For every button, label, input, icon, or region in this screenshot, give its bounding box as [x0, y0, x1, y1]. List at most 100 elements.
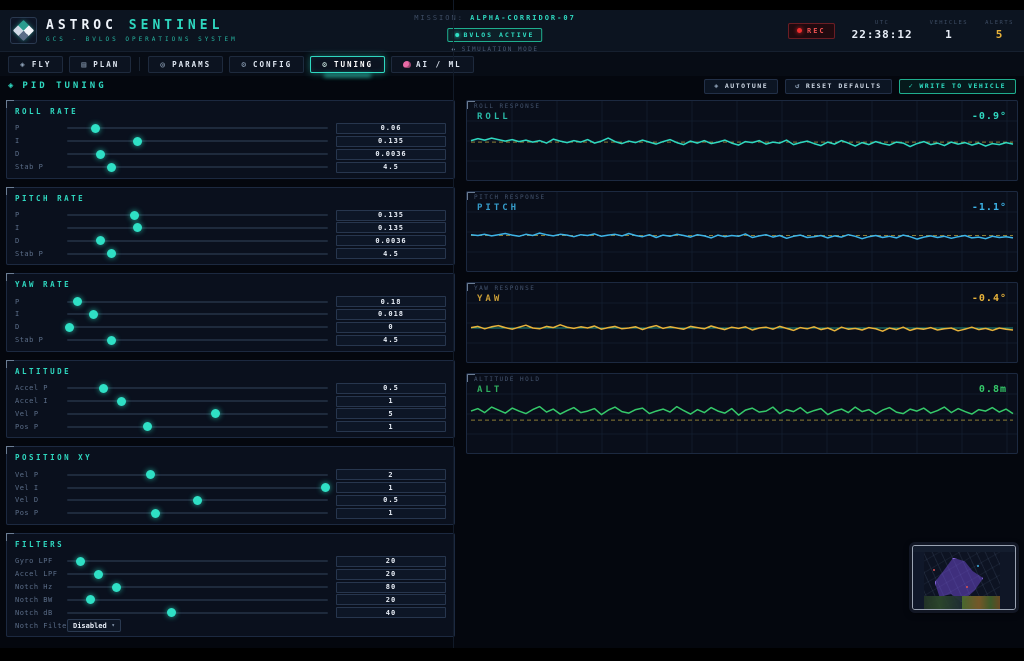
slider-track[interactable]: [67, 153, 328, 155]
param-value-field[interactable]: 0: [336, 322, 446, 333]
param-value-field[interactable]: 4.5: [336, 162, 446, 173]
slider-thumb[interactable]: [96, 236, 105, 245]
slider-track[interactable]: [67, 586, 328, 588]
param-value-field[interactable]: 0.18: [336, 296, 446, 307]
slider-thumb[interactable]: [73, 297, 82, 306]
param-value-field[interactable]: 5: [336, 408, 446, 419]
slider-track[interactable]: [67, 227, 328, 229]
param-value-field[interactable]: 1: [336, 421, 446, 432]
slider-track[interactable]: [67, 512, 328, 514]
slider-thumb[interactable]: [99, 384, 108, 393]
slider-track[interactable]: [67, 127, 328, 129]
slider-thumb[interactable]: [76, 557, 85, 566]
reset-defaults-button[interactable]: ↺ RESET DEFAULTS: [785, 79, 892, 94]
param-slider[interactable]: [67, 297, 328, 306]
param-value-field[interactable]: 0.0036: [336, 149, 446, 160]
param-value-field[interactable]: 4.5: [336, 248, 446, 259]
param-slider[interactable]: [67, 483, 328, 492]
slider-thumb[interactable]: [96, 150, 105, 159]
slider-thumb[interactable]: [107, 336, 116, 345]
minimap-thumbnail[interactable]: [912, 545, 1016, 610]
slider-track[interactable]: [67, 240, 328, 242]
rec-badge[interactable]: REC: [788, 23, 835, 39]
slider-track[interactable]: [67, 560, 328, 562]
slider-track[interactable]: [67, 400, 328, 402]
slider-thumb[interactable]: [133, 223, 142, 232]
slider-track[interactable]: [67, 214, 328, 216]
param-value-field[interactable]: 0.018: [336, 309, 446, 320]
slider-track[interactable]: [67, 487, 328, 489]
param-value-field[interactable]: 20: [336, 556, 446, 567]
slider-thumb[interactable]: [112, 583, 121, 592]
param-value-field[interactable]: 0.135: [336, 210, 446, 221]
slider-thumb[interactable]: [167, 608, 176, 617]
slider-thumb[interactable]: [193, 496, 202, 505]
param-slider[interactable]: [67, 409, 328, 418]
slider-track[interactable]: [67, 413, 328, 415]
slider-thumb[interactable]: [89, 310, 98, 319]
nav-tab-params[interactable]: ◎PARAMS: [148, 56, 223, 73]
nav-tab-aiml[interactable]: AI / ML: [391, 56, 474, 73]
param-slider[interactable]: [67, 583, 328, 592]
param-slider[interactable]: [67, 608, 328, 617]
slider-thumb[interactable]: [146, 470, 155, 479]
slider-thumb[interactable]: [107, 163, 116, 172]
param-slider[interactable]: [67, 124, 328, 133]
param-value-field[interactable]: 0.06: [336, 123, 446, 134]
slider-thumb[interactable]: [321, 483, 330, 492]
param-slider[interactable]: [67, 150, 328, 159]
slider-thumb[interactable]: [91, 124, 100, 133]
slider-track[interactable]: [67, 599, 328, 601]
slider-thumb[interactable]: [130, 211, 139, 220]
nav-tab-fly[interactable]: ◈FLY: [8, 56, 63, 73]
param-value-field[interactable]: 1: [336, 482, 446, 493]
param-value-field[interactable]: 0.5: [336, 383, 446, 394]
param-slider[interactable]: [67, 323, 328, 332]
param-value-field[interactable]: 1: [336, 508, 446, 519]
param-value-field[interactable]: 2: [336, 469, 446, 480]
param-slider[interactable]: [67, 211, 328, 220]
slider-thumb[interactable]: [151, 509, 160, 518]
param-slider[interactable]: [67, 470, 328, 479]
slider-track[interactable]: [67, 426, 328, 428]
nav-tab-plan[interactable]: ▤PLAN: [69, 56, 131, 73]
param-value-field[interactable]: 0.5: [336, 495, 446, 506]
slider-track[interactable]: [67, 140, 328, 142]
autotune-button[interactable]: ◈ AUTOTUNE: [704, 79, 778, 94]
param-value-field[interactable]: 0.135: [336, 222, 446, 233]
slider-thumb[interactable]: [86, 595, 95, 604]
param-slider[interactable]: [67, 236, 328, 245]
param-value-field[interactable]: 40: [336, 607, 446, 618]
param-value-field[interactable]: 0.135: [336, 136, 446, 147]
param-slider[interactable]: [67, 422, 328, 431]
param-slider[interactable]: [67, 384, 328, 393]
nav-tab-tuning[interactable]: ⚙TUNING: [310, 56, 385, 73]
param-value-field[interactable]: 20: [336, 594, 446, 605]
param-value-field[interactable]: 1: [336, 396, 446, 407]
slider-track[interactable]: [67, 612, 328, 614]
slider-thumb[interactable]: [143, 422, 152, 431]
param-slider[interactable]: [67, 163, 328, 172]
param-slider[interactable]: [67, 397, 328, 406]
param-slider[interactable]: [67, 570, 328, 579]
param-value-field[interactable]: 4.5: [336, 335, 446, 346]
param-slider[interactable]: [67, 595, 328, 604]
slider-thumb[interactable]: [94, 570, 103, 579]
param-value-field[interactable]: 20: [336, 569, 446, 580]
slider-thumb[interactable]: [117, 397, 126, 406]
slider-thumb[interactable]: [133, 137, 142, 146]
param-slider[interactable]: [67, 336, 328, 345]
param-slider[interactable]: [67, 310, 328, 319]
notch-filter-dropdown[interactable]: Disabled▾: [67, 619, 121, 632]
write-to-vehicle-button[interactable]: ✓ WRITE TO VEHICLE: [899, 79, 1016, 94]
slider-track[interactable]: [67, 573, 328, 575]
slider-thumb[interactable]: [65, 323, 74, 332]
param-slider[interactable]: [67, 509, 328, 518]
slider-track[interactable]: [67, 313, 328, 315]
param-slider[interactable]: [67, 249, 328, 258]
slider-track[interactable]: [67, 301, 328, 303]
alerts-stat[interactable]: ALERTS 5: [985, 20, 1014, 41]
param-slider[interactable]: [67, 223, 328, 232]
slider-thumb[interactable]: [107, 249, 116, 258]
slider-track[interactable]: [67, 474, 328, 476]
